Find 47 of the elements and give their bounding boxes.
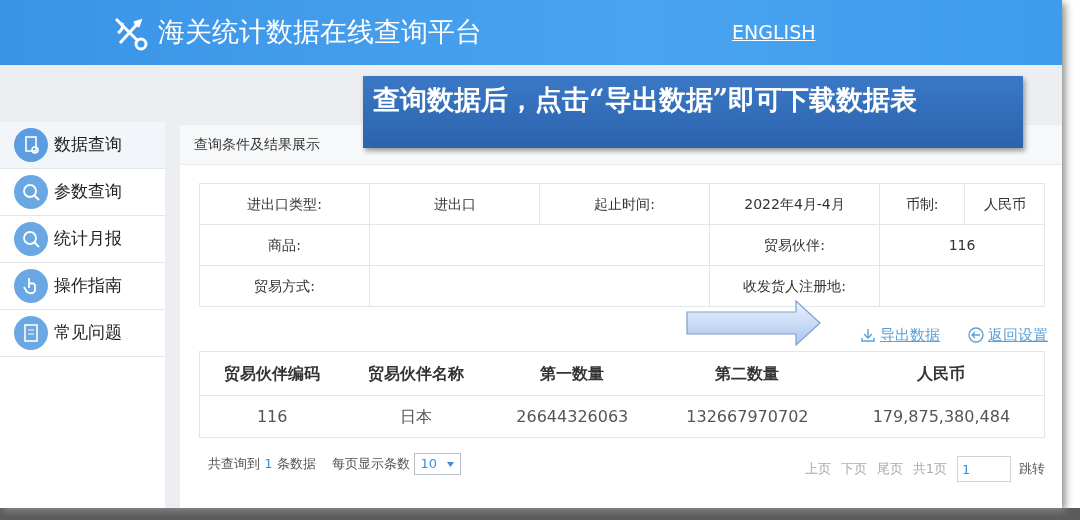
column-header: 第二数量	[656, 351, 839, 396]
field-value: 2022年4月-4月	[709, 183, 880, 225]
table-cell: 132667970702	[656, 395, 839, 438]
field-label: 商品:	[199, 224, 370, 266]
download-icon	[860, 327, 876, 343]
page-size-label: 每页显示条数	[331, 455, 410, 474]
back-icon	[968, 327, 984, 343]
document-search-icon	[14, 128, 48, 162]
result-count: 共查询到 1 条数据	[208, 455, 316, 474]
field-label: 贸易方式:	[199, 265, 370, 307]
pager-link[interactable]: 下页	[840, 459, 867, 479]
table-cell: 116	[199, 395, 345, 438]
sidebar-item[interactable]: 操作指南	[0, 263, 165, 310]
field-label: 起止时间:	[539, 183, 710, 225]
export-link[interactable]: 导出数据	[860, 319, 940, 351]
page-total: 共1页	[912, 460, 947, 479]
table-cell: 日本	[344, 395, 489, 438]
site-title: 海关统计数据在线查询平台	[158, 15, 482, 50]
field-label: 贸易伙伴:	[709, 224, 880, 266]
sidebar-item[interactable]: 数据查询	[0, 122, 165, 169]
field-label: 币制:	[879, 183, 965, 225]
column-header: 贸易伙伴名称	[344, 351, 489, 396]
sidebar-item[interactable]: 参数查询	[0, 169, 165, 216]
pager-link[interactable]: 上页	[804, 459, 831, 479]
dropdown-icon	[447, 461, 455, 467]
jump-link[interactable]: 跳转	[1019, 459, 1045, 479]
hand-icon	[14, 269, 48, 303]
field-value: 人民币	[964, 183, 1045, 225]
column-header: 第一数量	[488, 351, 657, 396]
pager-link[interactable]: 尾页	[876, 459, 903, 479]
page-input[interactable]: 1	[957, 456, 1011, 482]
sidebar-item[interactable]: 统计月报	[0, 216, 165, 263]
column-header: 贸易伙伴编码	[199, 351, 345, 396]
page-size-select[interactable]: 10	[413, 453, 462, 475]
english-link[interactable]: ENGLISH	[732, 18, 816, 47]
column-header: 人民币	[838, 351, 1045, 396]
search-icon	[14, 175, 48, 209]
field-label: 进出口类型:	[199, 183, 370, 225]
callout-banner: 查询数据后，点击“导出数据”即可下载数据表	[363, 76, 1023, 148]
back-link[interactable]: 返回设置	[968, 319, 1048, 351]
clipboard-icon	[14, 316, 48, 350]
table-cell: 26644326063	[488, 395, 657, 438]
search-icon	[14, 222, 48, 256]
field-value: 116	[879, 224, 1045, 266]
table-cell: 179,875,380,484	[838, 395, 1045, 438]
sidebar-item[interactable]: 常见问题	[0, 310, 165, 357]
field-value: 进出口	[369, 183, 540, 225]
